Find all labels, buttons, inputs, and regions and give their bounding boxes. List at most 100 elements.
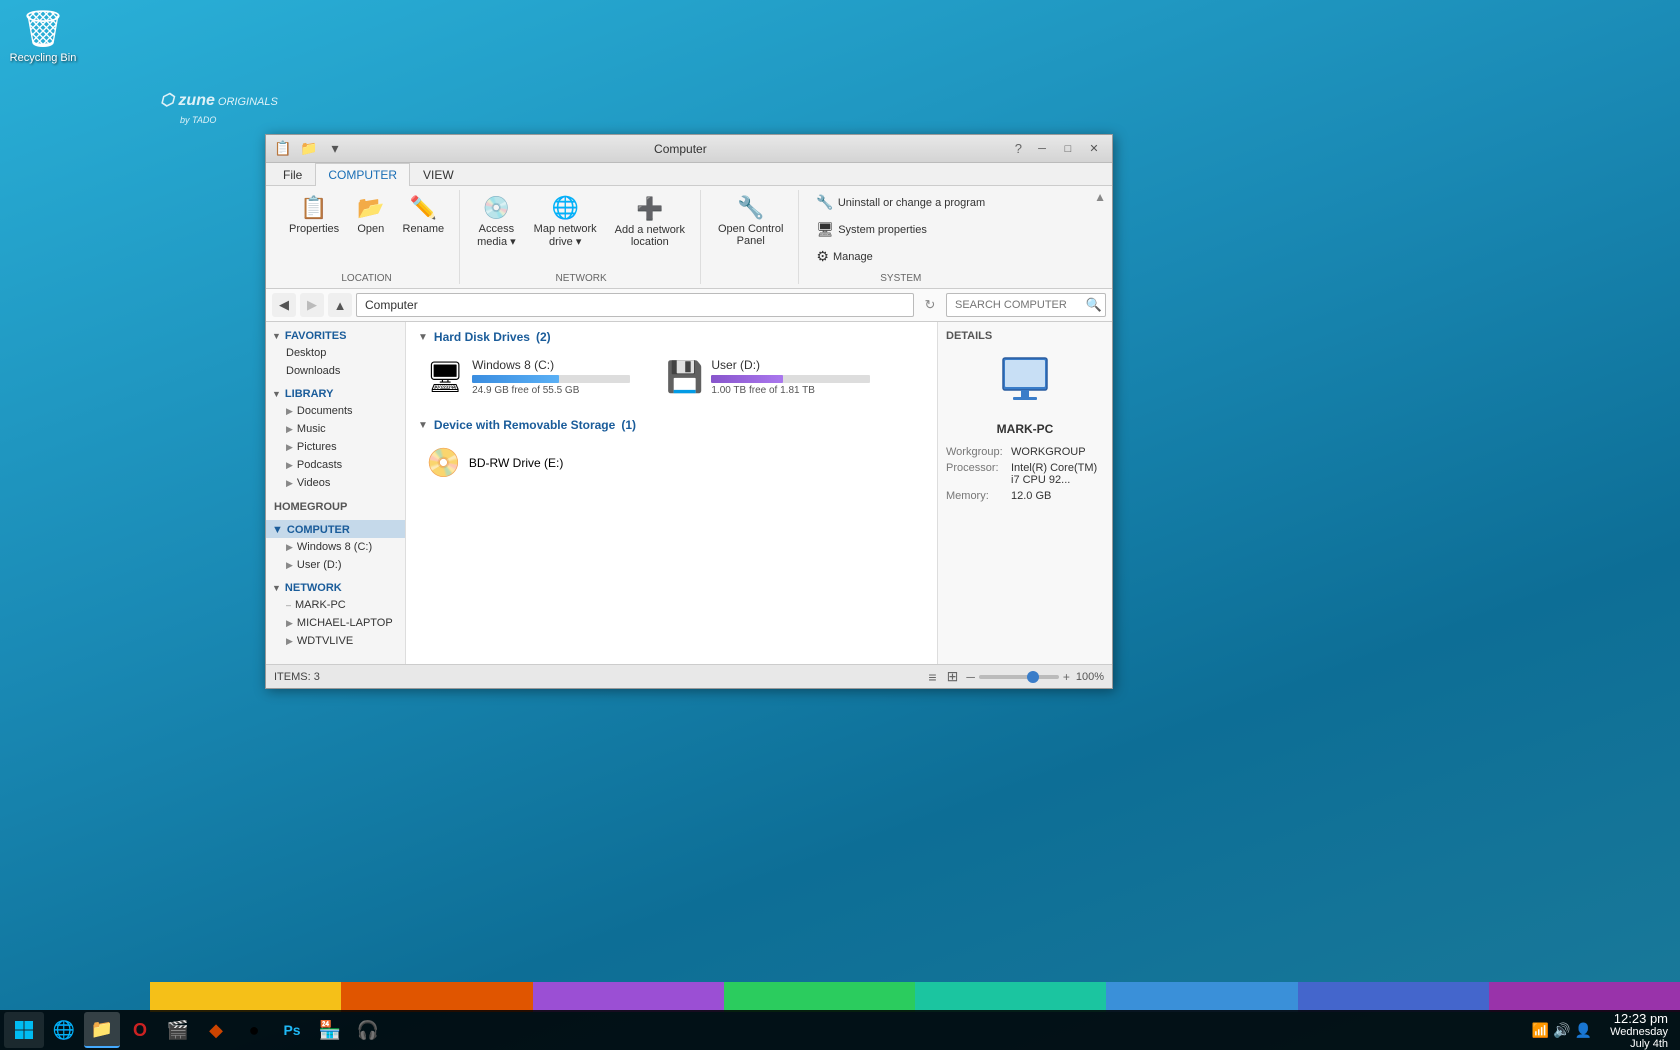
zoom-thumb[interactable] xyxy=(1027,671,1039,683)
minimize-btn[interactable]: ─ xyxy=(1030,139,1054,159)
taskbar-store-btn[interactable]: 🏪 xyxy=(312,1012,348,1048)
properties-btn[interactable]: 📋 Properties xyxy=(282,190,346,240)
bd-rw-item[interactable]: 📀 BD-RW Drive (E:) xyxy=(418,440,638,485)
taskbar-headset-btn[interactable]: 🎧 xyxy=(350,1012,386,1048)
open-icon: 📂 xyxy=(357,195,384,221)
grid-view-btn[interactable]: ⊞ xyxy=(945,666,961,687)
sidebar-item-downloads[interactable]: Downloads xyxy=(266,362,405,380)
removable-count: (1) xyxy=(621,418,636,432)
chrome-icon: ● xyxy=(249,1020,260,1041)
zoom-track[interactable] xyxy=(979,675,1059,679)
ie-icon: 🌐 xyxy=(53,1020,75,1041)
up-btn[interactable]: ▲ xyxy=(328,293,352,317)
taskbar-ie-btn[interactable]: 🌐 xyxy=(46,1012,82,1048)
address-field[interactable]: Computer xyxy=(356,293,914,317)
favorites-header[interactable]: ▼ FAVORITES xyxy=(266,326,405,344)
taskbar-clock[interactable]: 12:23 pm Wednesday July 4th xyxy=(1598,1011,1680,1050)
search-icon[interactable]: 🔍 xyxy=(1086,297,1102,313)
tab-file[interactable]: File xyxy=(270,163,315,186)
sidebar-item-desktop[interactable]: Desktop xyxy=(266,344,405,362)
quick-new-folder-btn[interactable]: 📁 xyxy=(298,139,320,159)
bd-rw-name: BD-RW Drive (E:) xyxy=(469,456,563,470)
manage-label: Manage xyxy=(833,251,873,263)
rename-btn[interactable]: ✏️ Rename xyxy=(396,190,452,240)
homegroup-header[interactable]: HOMEGROUP xyxy=(266,496,405,516)
sidebar-item-windows-c[interactable]: ▶ Windows 8 (C:) xyxy=(266,538,405,556)
add-location-btn[interactable]: ➕ Add a network location xyxy=(608,191,692,253)
taskbar-opera-btn[interactable]: O xyxy=(122,1012,158,1048)
sidebar-item-wdtvlive[interactable]: ▶ WDTVLIVE xyxy=(266,632,405,650)
quick-properties-btn[interactable]: 📋 xyxy=(272,139,294,159)
map-drive-label: Map network drive ▾ xyxy=(534,223,597,248)
wdtvlive-label: WDTVLIVE xyxy=(297,635,353,647)
items-count: ITEMS: 3 xyxy=(274,671,926,683)
sidebar-item-documents[interactable]: ▶ Documents xyxy=(266,402,405,420)
window-title: Computer xyxy=(346,142,1015,156)
maximize-btn[interactable]: □ xyxy=(1056,139,1080,159)
drive-c-item[interactable]: 🖥 Windows 8 (C:) 24.9 GB free of 55.5 GB xyxy=(418,352,638,402)
sidebar-item-pictures[interactable]: ▶ Pictures xyxy=(266,438,405,456)
open-control-panel-btn[interactable]: 🔧 Open Control Panel xyxy=(711,190,790,252)
workgroup-key: Workgroup: xyxy=(946,446,1011,458)
start-btn[interactable] xyxy=(4,1012,44,1048)
sidebar-item-music[interactable]: ▶ Music xyxy=(266,420,405,438)
manage-btn[interactable]: ⚙ Manage xyxy=(809,244,992,269)
network-buttons: 💿 Access media ▾ 🌐 Map network drive ▾ ➕… xyxy=(470,190,692,253)
status-bar: ITEMS: 3 ≡ ⊞ ─ + 100% xyxy=(266,664,1112,688)
taskbar-games-btn[interactable]: ◆ xyxy=(198,1012,234,1048)
rename-label: Rename xyxy=(403,223,445,235)
search-input[interactable] xyxy=(946,293,1106,317)
clock-date: Wednesday xyxy=(1610,1026,1668,1038)
list-view-btn[interactable]: ≡ xyxy=(926,667,938,687)
back-btn[interactable]: ◀ xyxy=(272,293,296,317)
downloads-label: Downloads xyxy=(286,365,340,377)
recycling-bin-icon: 🗑 xyxy=(8,8,78,50)
memory-val: 12.0 GB xyxy=(1011,490,1051,502)
taskbar-ps-btn[interactable]: Ps xyxy=(274,1012,310,1048)
computer-header[interactable]: ▼ COMPUTER xyxy=(266,520,405,538)
taskbar-media-btn[interactable]: 🎬 xyxy=(160,1012,196,1048)
help-btn[interactable]: ? xyxy=(1015,141,1022,156)
zoom-plus[interactable]: + xyxy=(1063,670,1070,684)
drive-d-item[interactable]: 💾 User (D:) 1.00 TB free of 1.81 TB xyxy=(658,352,878,402)
taskbar-explorer-btn[interactable]: 📁 xyxy=(84,1012,120,1048)
tab-computer[interactable]: COMPUTER xyxy=(315,163,410,186)
taskbar-chrome-btn[interactable]: ● xyxy=(236,1012,272,1048)
library-header[interactable]: ▼ LIBRARY xyxy=(266,384,405,402)
access-media-btn[interactable]: 💿 Access media ▾ xyxy=(470,190,523,253)
workgroup-val: WORKGROUP xyxy=(1011,446,1086,458)
open-btn[interactable]: 📂 Open xyxy=(350,190,391,240)
status-right: ≡ ⊞ ─ + 100% xyxy=(926,666,1104,687)
close-btn[interactable]: ✕ xyxy=(1082,139,1106,159)
sidebar-item-michael-laptop[interactable]: ▶ MICHAEL-LAPTOP xyxy=(266,614,405,632)
library-arrow: ▼ xyxy=(272,389,281,399)
details-icon-wrap xyxy=(946,350,1104,414)
system-buttons: 🔧 Uninstall or change a program 🖥 System… xyxy=(809,190,992,269)
system-props-btn[interactable]: 🖥 System properties xyxy=(809,217,992,242)
clock-date2: July 4th xyxy=(1610,1038,1668,1050)
sidebar-item-user-d[interactable]: ▶ User (D:) xyxy=(266,556,405,574)
sidebar: ▼ FAVORITES Desktop Downloads ▼ LIBRARY … xyxy=(266,322,406,664)
refresh-btn[interactable]: ↻ xyxy=(918,293,942,317)
open-label: Open xyxy=(357,223,384,235)
sidebar-item-mark-pc[interactable]: – MARK-PC xyxy=(266,596,405,614)
network-header[interactable]: ▼ NETWORK xyxy=(266,578,405,596)
uninstall-label: Uninstall or change a program xyxy=(838,197,985,209)
forward-btn[interactable]: ▶ xyxy=(300,293,324,317)
quick-menu-btn[interactable]: ▾ xyxy=(324,139,346,159)
ribbon-group-system: 🔧 Uninstall or change a program 🖥 System… xyxy=(801,190,1000,284)
ribbon-group-network: 💿 Access media ▾ 🌐 Map network drive ▾ ➕… xyxy=(462,190,701,284)
ribbon-collapse-btn[interactable]: ▲ xyxy=(1094,190,1106,204)
main-content: ▼ FAVORITES Desktop Downloads ▼ LIBRARY … xyxy=(266,322,1112,664)
desktop-label: Desktop xyxy=(286,347,326,359)
uninstall-btn[interactable]: 🔧 Uninstall or change a program xyxy=(809,190,992,215)
zoom-minus[interactable]: ─ xyxy=(966,670,975,684)
workgroup-row: Workgroup: WORKGROUP xyxy=(946,446,1104,458)
zoom-percentage: 100% xyxy=(1076,671,1104,683)
recycling-bin[interactable]: 🗑 Recycling Bin xyxy=(8,8,78,64)
file-area: ▼ Hard Disk Drives (2) 🖥 Windows 8 (C:) … xyxy=(406,322,937,664)
map-drive-btn[interactable]: 🌐 Map network drive ▾ xyxy=(527,190,604,253)
tab-view[interactable]: VIEW xyxy=(410,163,467,186)
sidebar-item-videos[interactable]: ▶ Videos xyxy=(266,474,405,492)
sidebar-item-podcasts[interactable]: ▶ Podcasts xyxy=(266,456,405,474)
